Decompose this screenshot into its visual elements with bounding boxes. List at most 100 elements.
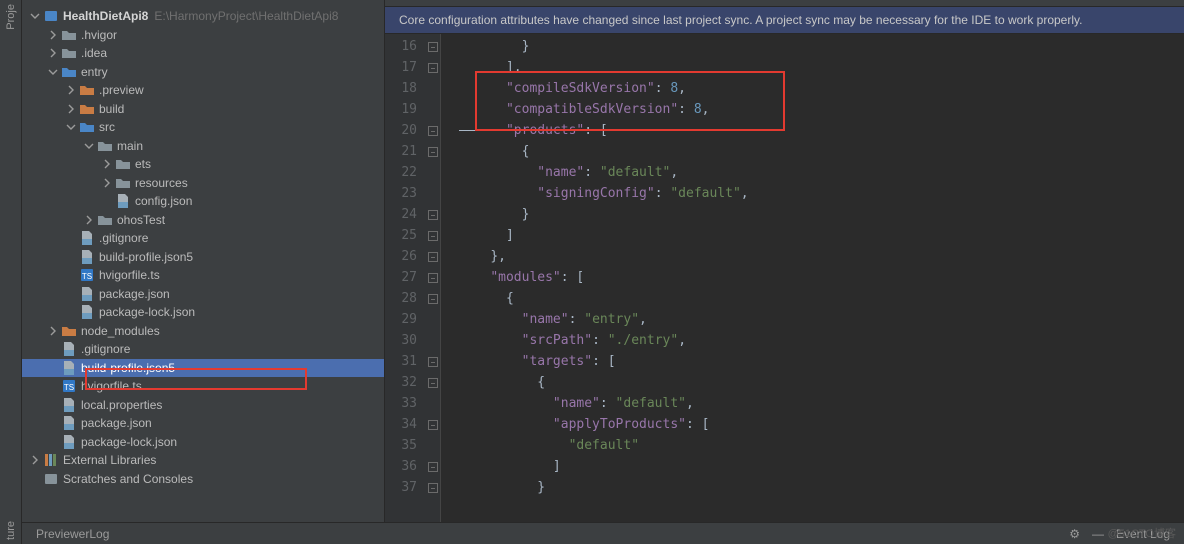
tree-item-label: ohosTest (117, 213, 165, 227)
module-icon (61, 64, 77, 80)
tree-item[interactable]: .preview (22, 81, 384, 100)
tree-item-label: package-lock.json (99, 305, 195, 319)
tree-item[interactable]: main (22, 137, 384, 156)
tree-item[interactable]: package-lock.json (22, 433, 384, 452)
tree-item[interactable]: entry (22, 63, 384, 82)
folder-icon (61, 45, 77, 61)
chevron-right-icon[interactable] (84, 215, 94, 225)
chevron-down-icon[interactable] (30, 11, 40, 21)
left-tool-strip: Proje ture (0, 0, 22, 544)
code-editor[interactable]: } ], "compileSdkVersion": 8, "compatible… (441, 34, 1184, 522)
minimize-icon[interactable]: — (1092, 527, 1104, 541)
chevron-right-icon[interactable] (66, 104, 76, 114)
chevron-right-icon[interactable] (48, 30, 58, 40)
spacer-icon (48, 418, 58, 428)
json-file-icon (79, 304, 95, 320)
tree-item[interactable]: build (22, 100, 384, 119)
tree-item[interactable]: config.json (22, 192, 384, 211)
svg-text:TS: TS (64, 383, 74, 392)
svg-text:TS: TS (82, 272, 92, 281)
folder-icon (97, 138, 113, 154)
tree-item[interactable]: node_modules (22, 322, 384, 341)
tree-item[interactable]: resources (22, 174, 384, 193)
tree-item-label: build-profile.json5 (81, 361, 175, 375)
tree-item-label: build-profile.json5 (99, 250, 193, 264)
tree-item-label: resources (135, 176, 188, 190)
tree-root[interactable]: HealthDietApi8 E:\HarmonyProject\HealthD… (22, 7, 384, 26)
spacer-icon (66, 289, 76, 299)
chevron-right-icon[interactable] (30, 455, 40, 465)
tree-item-label: main (117, 139, 143, 153)
chevron-down-icon[interactable] (66, 122, 76, 132)
tree-item-label: .gitignore (99, 231, 148, 245)
ts-file-icon: TS (61, 378, 77, 394)
tree-item[interactable]: .gitignore (22, 340, 384, 359)
tree-item-label: package-lock.json (81, 435, 177, 449)
editor-tabs-bar[interactable] (385, 0, 1184, 7)
module-icon (79, 119, 95, 135)
folder-icon (79, 82, 95, 98)
tree-item-label: External Libraries (63, 453, 156, 467)
chevron-right-icon[interactable] (66, 85, 76, 95)
gear-icon[interactable]: ⚙ (1069, 527, 1080, 541)
tree-item-label: build (99, 102, 124, 116)
sync-warning-text: Core configuration attributes have chang… (399, 13, 1082, 27)
tree-item[interactable]: .hvigor (22, 26, 384, 45)
tree-root-path: E:\HarmonyProject\HealthDietApi8 (154, 9, 338, 23)
tree-external-libs[interactable]: External Libraries (22, 451, 384, 470)
tree-item-label: .idea (81, 46, 107, 60)
tree-item-label: Scratches and Consoles (63, 472, 193, 486)
tree-item[interactable]: package.json (22, 285, 384, 304)
spacer-icon (30, 474, 40, 484)
tree-item[interactable]: ohosTest (22, 211, 384, 230)
tree-item[interactable]: TS hvigorfile.ts (22, 266, 384, 285)
tree-item[interactable]: TShvigorfile.ts (22, 377, 384, 396)
tree-scratches[interactable]: Scratches and Consoles (22, 470, 384, 489)
tree-item[interactable]: .gitignore (22, 229, 384, 248)
tree-item-label: .preview (99, 83, 144, 97)
tree-item[interactable]: local.properties (22, 396, 384, 415)
tree-item-label: node_modules (81, 324, 160, 338)
tree-item[interactable]: build-profile.json5 (22, 248, 384, 267)
left-strip-bottom-label[interactable]: ture (5, 521, 17, 540)
tree-item-label: hvigorfile.ts (99, 268, 160, 282)
tree-item-label: entry (81, 65, 108, 79)
spacer-icon (66, 270, 76, 280)
folder-icon (115, 175, 131, 191)
json-file-icon (61, 415, 77, 431)
spacer-icon (48, 344, 58, 354)
project-tree-body[interactable]: HealthDietApi8 E:\HarmonyProject\HealthD… (22, 7, 384, 522)
chevron-right-icon[interactable] (102, 178, 112, 188)
tree-item-label: package.json (81, 416, 152, 430)
tree-item[interactable]: .idea (22, 44, 384, 63)
tree-item-label: .gitignore (81, 342, 130, 356)
spacer-icon (48, 381, 58, 391)
tree-item[interactable]: ets (22, 155, 384, 174)
left-strip-top-label[interactable]: Proje (5, 4, 17, 30)
spacer-icon (48, 400, 58, 410)
json-file-icon (115, 193, 131, 209)
tree-root-label: HealthDietApi8 (63, 9, 148, 23)
chevron-right-icon[interactable] (102, 159, 112, 169)
spacer-icon (48, 437, 58, 447)
tree-item[interactable]: package.json (22, 414, 384, 433)
line-number-gutter[interactable]: 1617181920212223242526272829303132333435… (385, 34, 425, 522)
folder-icon (115, 156, 131, 172)
tree-item-label: config.json (135, 194, 192, 208)
ts-file-icon: TS (79, 267, 95, 283)
tree-item-label: package.json (99, 287, 170, 301)
chevron-down-icon[interactable] (84, 141, 94, 151)
sync-warning-banner[interactable]: Core configuration attributes have chang… (385, 7, 1184, 34)
tree-item[interactable]: package-lock.json (22, 303, 384, 322)
fold-gutter[interactable] (425, 34, 441, 522)
watermark: @51CTO博客 (1108, 525, 1176, 541)
json-file-icon (61, 397, 77, 413)
tree-item[interactable]: build-profile.json5 (22, 359, 384, 378)
folder-icon (61, 323, 77, 339)
chevron-right-icon[interactable] (48, 48, 58, 58)
spacer-icon (66, 233, 76, 243)
status-left-label[interactable]: PreviewerLog (36, 527, 109, 541)
chevron-down-icon[interactable] (48, 67, 58, 77)
tree-item[interactable]: src (22, 118, 384, 137)
chevron-right-icon[interactable] (48, 326, 58, 336)
